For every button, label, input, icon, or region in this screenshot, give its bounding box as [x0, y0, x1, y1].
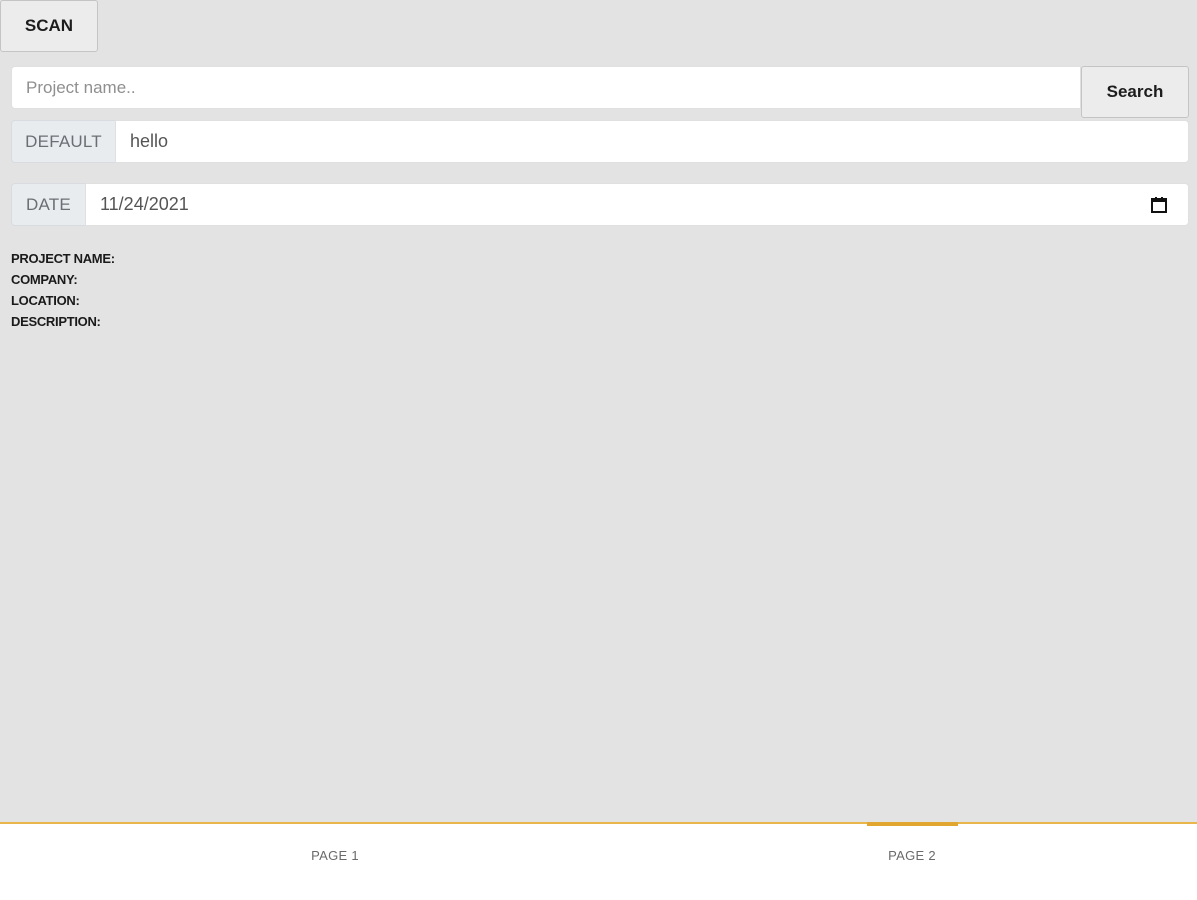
search-bar: Search	[11, 66, 1189, 118]
description-label: DESCRIPTION:	[11, 314, 101, 329]
bottom-navigation: PAGE 1 PAGE 2	[0, 822, 1197, 900]
default-field[interactable]: hello	[115, 120, 1189, 163]
date-label: DATE	[11, 183, 85, 226]
project-search-input[interactable]	[11, 66, 1081, 109]
calendar-icon[interactable]	[1150, 196, 1168, 214]
date-field[interactable]: 11/24/2021	[85, 183, 1189, 226]
search-button[interactable]: Search	[1081, 66, 1189, 118]
app-page: SCAN Search DEFAULT hello DATE 11/24/202…	[0, 0, 1197, 900]
project-info-list: PROJECT NAME: COMPANY: LOCATION: DESCRIP…	[11, 248, 115, 332]
scan-button[interactable]: SCAN	[0, 0, 98, 52]
tab-page-1[interactable]: PAGE 1	[36, 824, 634, 900]
company-label: COMPANY:	[11, 272, 78, 287]
project-name-label: PROJECT NAME:	[11, 251, 115, 266]
tab-page-1-label: PAGE 1	[311, 848, 359, 863]
tab-page-2[interactable]: PAGE 2	[613, 824, 1197, 900]
date-input-group: DATE 11/24/2021	[11, 183, 1189, 226]
default-input-group: DEFAULT hello	[11, 120, 1189, 163]
location-label: LOCATION:	[11, 293, 80, 308]
tab-page-2-label: PAGE 2	[888, 848, 936, 863]
default-label: DEFAULT	[11, 120, 115, 163]
date-value: 11/24/2021	[100, 194, 189, 214]
